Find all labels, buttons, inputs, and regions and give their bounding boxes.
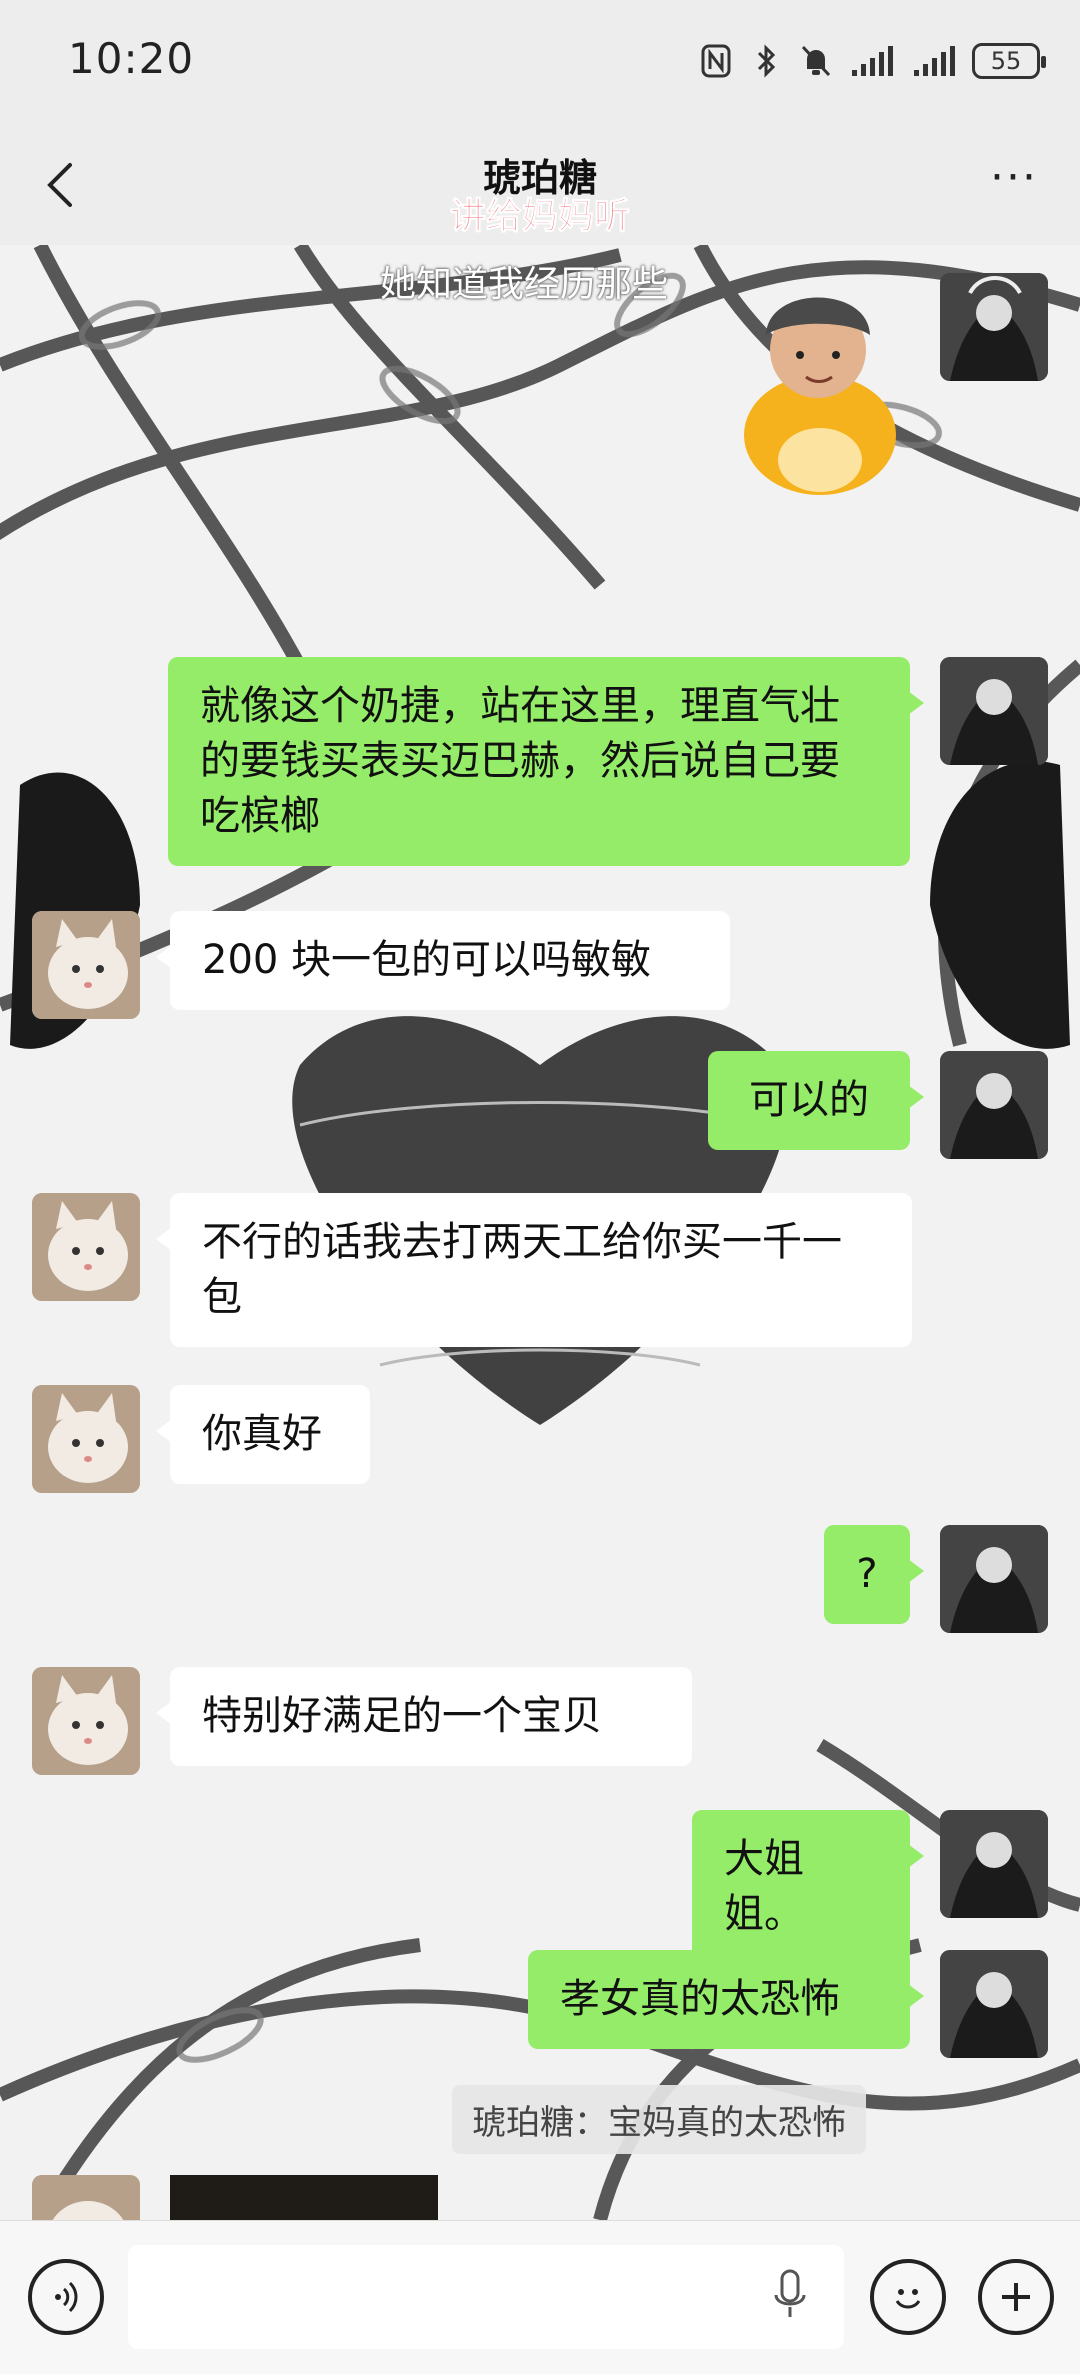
message-bubble-self[interactable]: 孝女真的太恐怖 xyxy=(528,1950,924,2049)
message-bubble-other[interactable]: 特别好满足的一个宝贝 xyxy=(156,1667,692,1766)
status-icons: 55 xyxy=(698,36,1046,86)
message-input[interactable] xyxy=(128,2245,844,2349)
avatar[interactable] xyxy=(940,273,1048,381)
avatar[interactable] xyxy=(32,1385,140,1493)
avatar[interactable] xyxy=(32,1667,140,1775)
sticker-image[interactable] xyxy=(728,265,908,495)
avatar[interactable] xyxy=(32,911,140,1019)
message-bubble-other[interactable]: 200 块一包的可以吗敏敏 xyxy=(156,911,730,1010)
add-button[interactable] xyxy=(978,2259,1054,2335)
battery-icon: 55 xyxy=(972,43,1046,79)
image-message[interactable] xyxy=(170,2175,438,2220)
avatar[interactable] xyxy=(940,1810,1048,1918)
avatar[interactable] xyxy=(940,1525,1048,1633)
avatar[interactable] xyxy=(940,1051,1048,1159)
message-bubble-other[interactable]: 不行的话我去打两天工给你买一千一包 xyxy=(156,1193,912,1347)
quoted-message[interactable]: 琥珀糖：宝妈真的太恐怖 xyxy=(452,2085,866,2154)
plus-icon xyxy=(1002,2283,1030,2311)
smiley-icon xyxy=(895,2289,921,2309)
bluetooth-icon xyxy=(748,41,784,81)
avatar[interactable] xyxy=(32,1193,140,1301)
chat-header: 琥珀糖 ··· 讲给妈妈听 xyxy=(0,125,1080,245)
avatar[interactable] xyxy=(940,657,1048,765)
chat-area[interactable]: 她知道我经历那些 就像这个奶捷，站在这里，理直气壮的要钱买表买迈巴赫，然后说自己… xyxy=(0,245,1080,2220)
status-bar: 10:20 55 xyxy=(0,0,1080,125)
video-caption-white: 她知道我经历那些 xyxy=(380,264,669,305)
voice-toggle-button[interactable] xyxy=(28,2259,104,2335)
message-bubble-self[interactable]: 就像这个奶捷，站在这里，理直气壮的要钱买表买迈巴赫，然后说自己要吃槟榔 xyxy=(168,657,924,866)
video-caption-red: 讲给妈妈听 xyxy=(449,196,630,238)
signal-2-icon xyxy=(910,41,958,81)
nfc-icon xyxy=(698,41,734,81)
message-bubble-self[interactable]: 大姐姐。 xyxy=(692,1810,924,1964)
avatar[interactable] xyxy=(32,2175,140,2220)
message-bubble-self[interactable]: ? xyxy=(824,1525,924,1624)
message-bubble-other[interactable]: 你真好 xyxy=(156,1385,370,1484)
input-bar xyxy=(0,2220,1080,2374)
mute-bell-icon xyxy=(798,41,834,81)
emoji-button[interactable] xyxy=(870,2259,946,2335)
status-time: 10:20 xyxy=(68,34,195,83)
avatar[interactable] xyxy=(940,1950,1048,2058)
signal-1-icon xyxy=(848,41,896,81)
voice-wave-icon xyxy=(55,2281,78,2313)
microphone-icon[interactable] xyxy=(770,2267,820,2327)
message-bubble-self[interactable]: 可以的 xyxy=(708,1051,924,1150)
